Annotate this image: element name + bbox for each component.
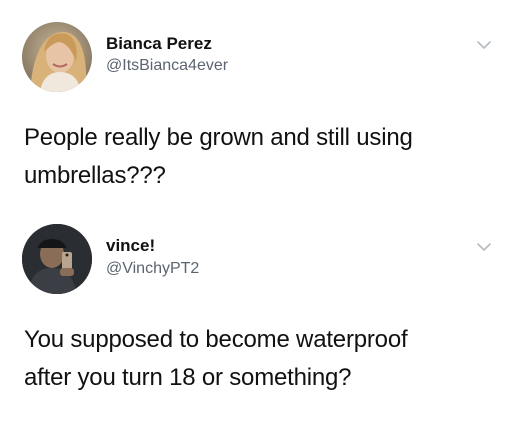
avatar[interactable] [22,22,92,92]
tweet-text-line: People really be grown and still using [24,124,413,151]
reply-tweet-card[interactable]: vince! @VinchyPT2 You supposed to become… [0,212,512,424]
display-name[interactable]: Bianca Perez [106,34,212,54]
user-avatar-icon [22,224,92,294]
tweet-card[interactable]: Bianca Perez @ItsBianca4ever People real… [0,0,512,212]
chevron-down-icon[interactable] [476,240,492,252]
tweet-text-line: umbrellas??? [24,162,166,189]
tweet-text-line: after you turn 18 or something? [24,364,352,391]
tweet-text: You supposed to become waterproof after … [24,321,494,397]
avatar[interactable] [22,224,92,294]
tweet-text: People really be grown and still using u… [24,119,494,195]
chevron-down-icon[interactable] [476,38,492,50]
username-handle[interactable]: @ItsBianca4ever [106,57,228,75]
username-handle[interactable]: @VinchyPT2 [106,260,199,278]
user-avatar-icon [22,22,92,92]
display-name[interactable]: vince! [106,236,155,256]
tweet-text-line: You supposed to become waterproof [24,326,408,353]
